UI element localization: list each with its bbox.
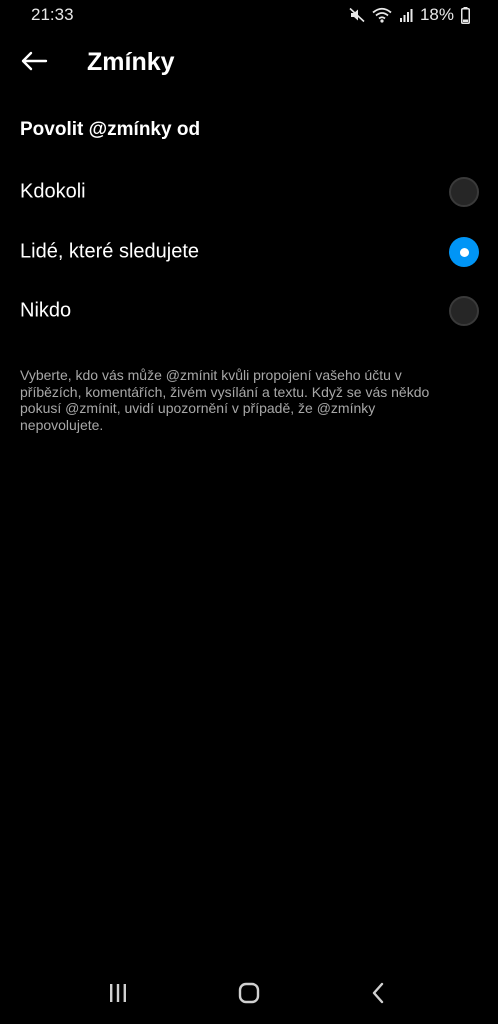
recent-apps-button[interactable] xyxy=(98,978,138,1012)
status-bar: 21:33 18% xyxy=(0,0,498,30)
option-people-you-follow[interactable]: Lidé, které sledujete xyxy=(0,222,498,282)
app-bar: Zmínky xyxy=(0,34,498,92)
back-icon xyxy=(371,982,385,1009)
option-label: Nikdo xyxy=(20,299,72,322)
system-back-button[interactable] xyxy=(358,978,398,1012)
section-title: Povolit @zmínky od xyxy=(20,119,201,140)
wifi-icon xyxy=(372,7,392,23)
option-anyone[interactable]: Kdokoli xyxy=(0,162,498,222)
mute-icon xyxy=(349,7,365,23)
back-button[interactable] xyxy=(14,46,54,80)
radio-button[interactable] xyxy=(449,296,479,326)
description-text: Vyberte, kdo vás může @zmínit kvůli prop… xyxy=(20,367,430,433)
recent-apps-icon xyxy=(107,983,129,1008)
battery-icon xyxy=(461,6,470,24)
radio-button-selected[interactable] xyxy=(449,237,479,267)
option-no-one[interactable]: Nikdo xyxy=(0,281,498,341)
page-title: Zmínky xyxy=(87,48,175,76)
signal-icon xyxy=(399,8,413,22)
radio-button[interactable] xyxy=(449,177,479,207)
battery-percent: 18% xyxy=(419,5,454,24)
system-nav-bar xyxy=(0,970,498,1024)
home-button[interactable] xyxy=(229,978,269,1012)
status-icons: 18% xyxy=(349,5,470,25)
home-icon xyxy=(238,982,260,1009)
option-label: Kdokoli xyxy=(20,180,86,203)
option-label: Lidé, které sledujete xyxy=(20,240,200,263)
arrow-left-icon xyxy=(20,51,48,76)
status-time: 21:33 xyxy=(31,5,74,24)
